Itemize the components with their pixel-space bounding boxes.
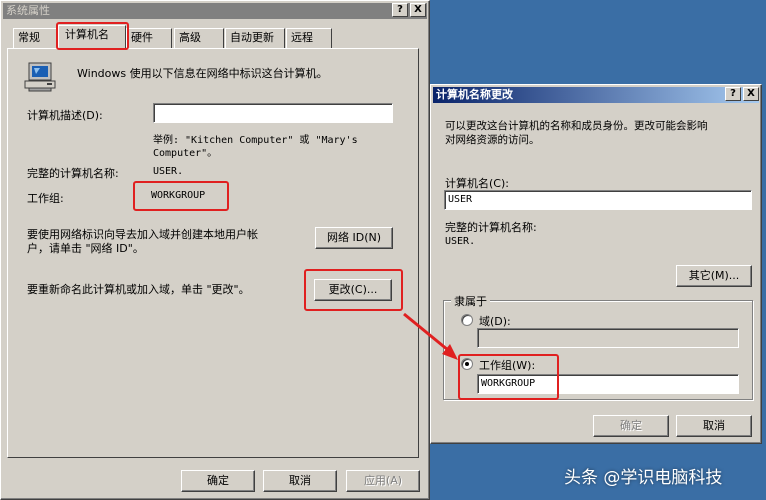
tab-computer-name[interactable]: 计算机名 bbox=[58, 25, 126, 49]
watermark-text: 头条 @学识电脑科技 bbox=[564, 468, 723, 488]
annotation-arrow bbox=[403, 312, 458, 360]
